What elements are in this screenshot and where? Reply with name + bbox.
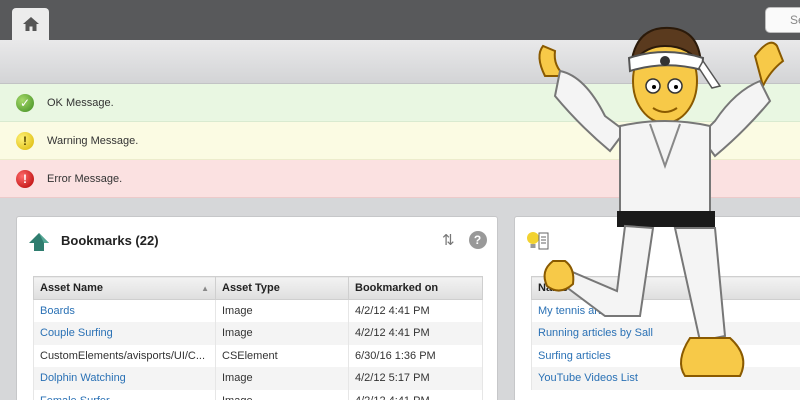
bookmarks-tools: ⇅ ? xyxy=(442,231,487,249)
bookmarked-on: 6/30/16 1:36 PM xyxy=(348,344,483,367)
refresh-icon[interactable]: ⇅ xyxy=(442,231,455,249)
home-tab[interactable] xyxy=(12,8,49,40)
asset-name-link[interactable]: Couple Surfing xyxy=(33,322,216,345)
bookmarks-title: Bookmarks (22) xyxy=(61,233,159,248)
error-message-text: Error Message. xyxy=(47,172,123,185)
asset-name-link[interactable]: Boards xyxy=(33,299,216,322)
asset-type: Image xyxy=(215,322,349,345)
asset-type: Image xyxy=(215,389,349,400)
table-row: CustomElements/avisports/UI/C... CSEleme… xyxy=(33,344,483,367)
asset-name-text[interactable]: CustomElements/avisports/UI/C... xyxy=(33,344,216,367)
warning-message-text: Warning Message. xyxy=(47,134,139,147)
bookmarks-table: Asset Name ▲ Asset Type Bookmarked on Boa… xyxy=(33,276,483,400)
column-header-bookmarked-on[interactable]: Bookmarked on xyxy=(348,276,483,300)
error-icon: ! xyxy=(16,169,34,188)
bookmarks-panel: Bookmarks (22) ⇅ ? Asset Name ▲ Asset Typ… xyxy=(16,216,498,400)
warning-icon: ! xyxy=(16,131,34,150)
sort-asc-icon[interactable]: ▲ xyxy=(201,284,209,293)
column-header-asset-type[interactable]: Asset Type xyxy=(215,276,349,300)
home-icon xyxy=(22,17,39,31)
column-header-asset-name[interactable]: Asset Name ▲ xyxy=(33,276,216,300)
asset-type: Image xyxy=(215,299,349,322)
check-icon: ✓ xyxy=(16,93,34,112)
bookmarked-on: 4/2/12 4:41 PM xyxy=(348,322,483,345)
asset-name-link[interactable]: Female Surfer xyxy=(33,389,216,400)
asset-type: Image xyxy=(215,367,349,390)
ok-message-text: OK Message. xyxy=(47,96,114,109)
asset-name-link[interactable]: Dolphin Watching xyxy=(33,367,216,390)
bookmarked-on: 4/2/12 5:17 PM xyxy=(348,367,483,390)
table-row: Female Surfer Image 4/2/12 4:41 PM xyxy=(33,389,483,400)
help-icon[interactable]: ? xyxy=(468,231,487,249)
table-row: Dolphin Watching Image 4/2/12 5:17 PM xyxy=(33,367,483,390)
bookmarked-on: 4/2/12 4:41 PM xyxy=(348,389,483,400)
karate-character-illustration xyxy=(538,26,785,377)
bookmarked-on: 4/2/12 4:41 PM xyxy=(348,299,483,322)
table-row: Boards Image 4/2/12 4:41 PM xyxy=(33,299,483,322)
bookmark-icon xyxy=(29,233,49,251)
asset-type: CSElement xyxy=(215,344,349,367)
table-row: Couple Surfing Image 4/2/12 4:41 PM xyxy=(33,322,483,345)
